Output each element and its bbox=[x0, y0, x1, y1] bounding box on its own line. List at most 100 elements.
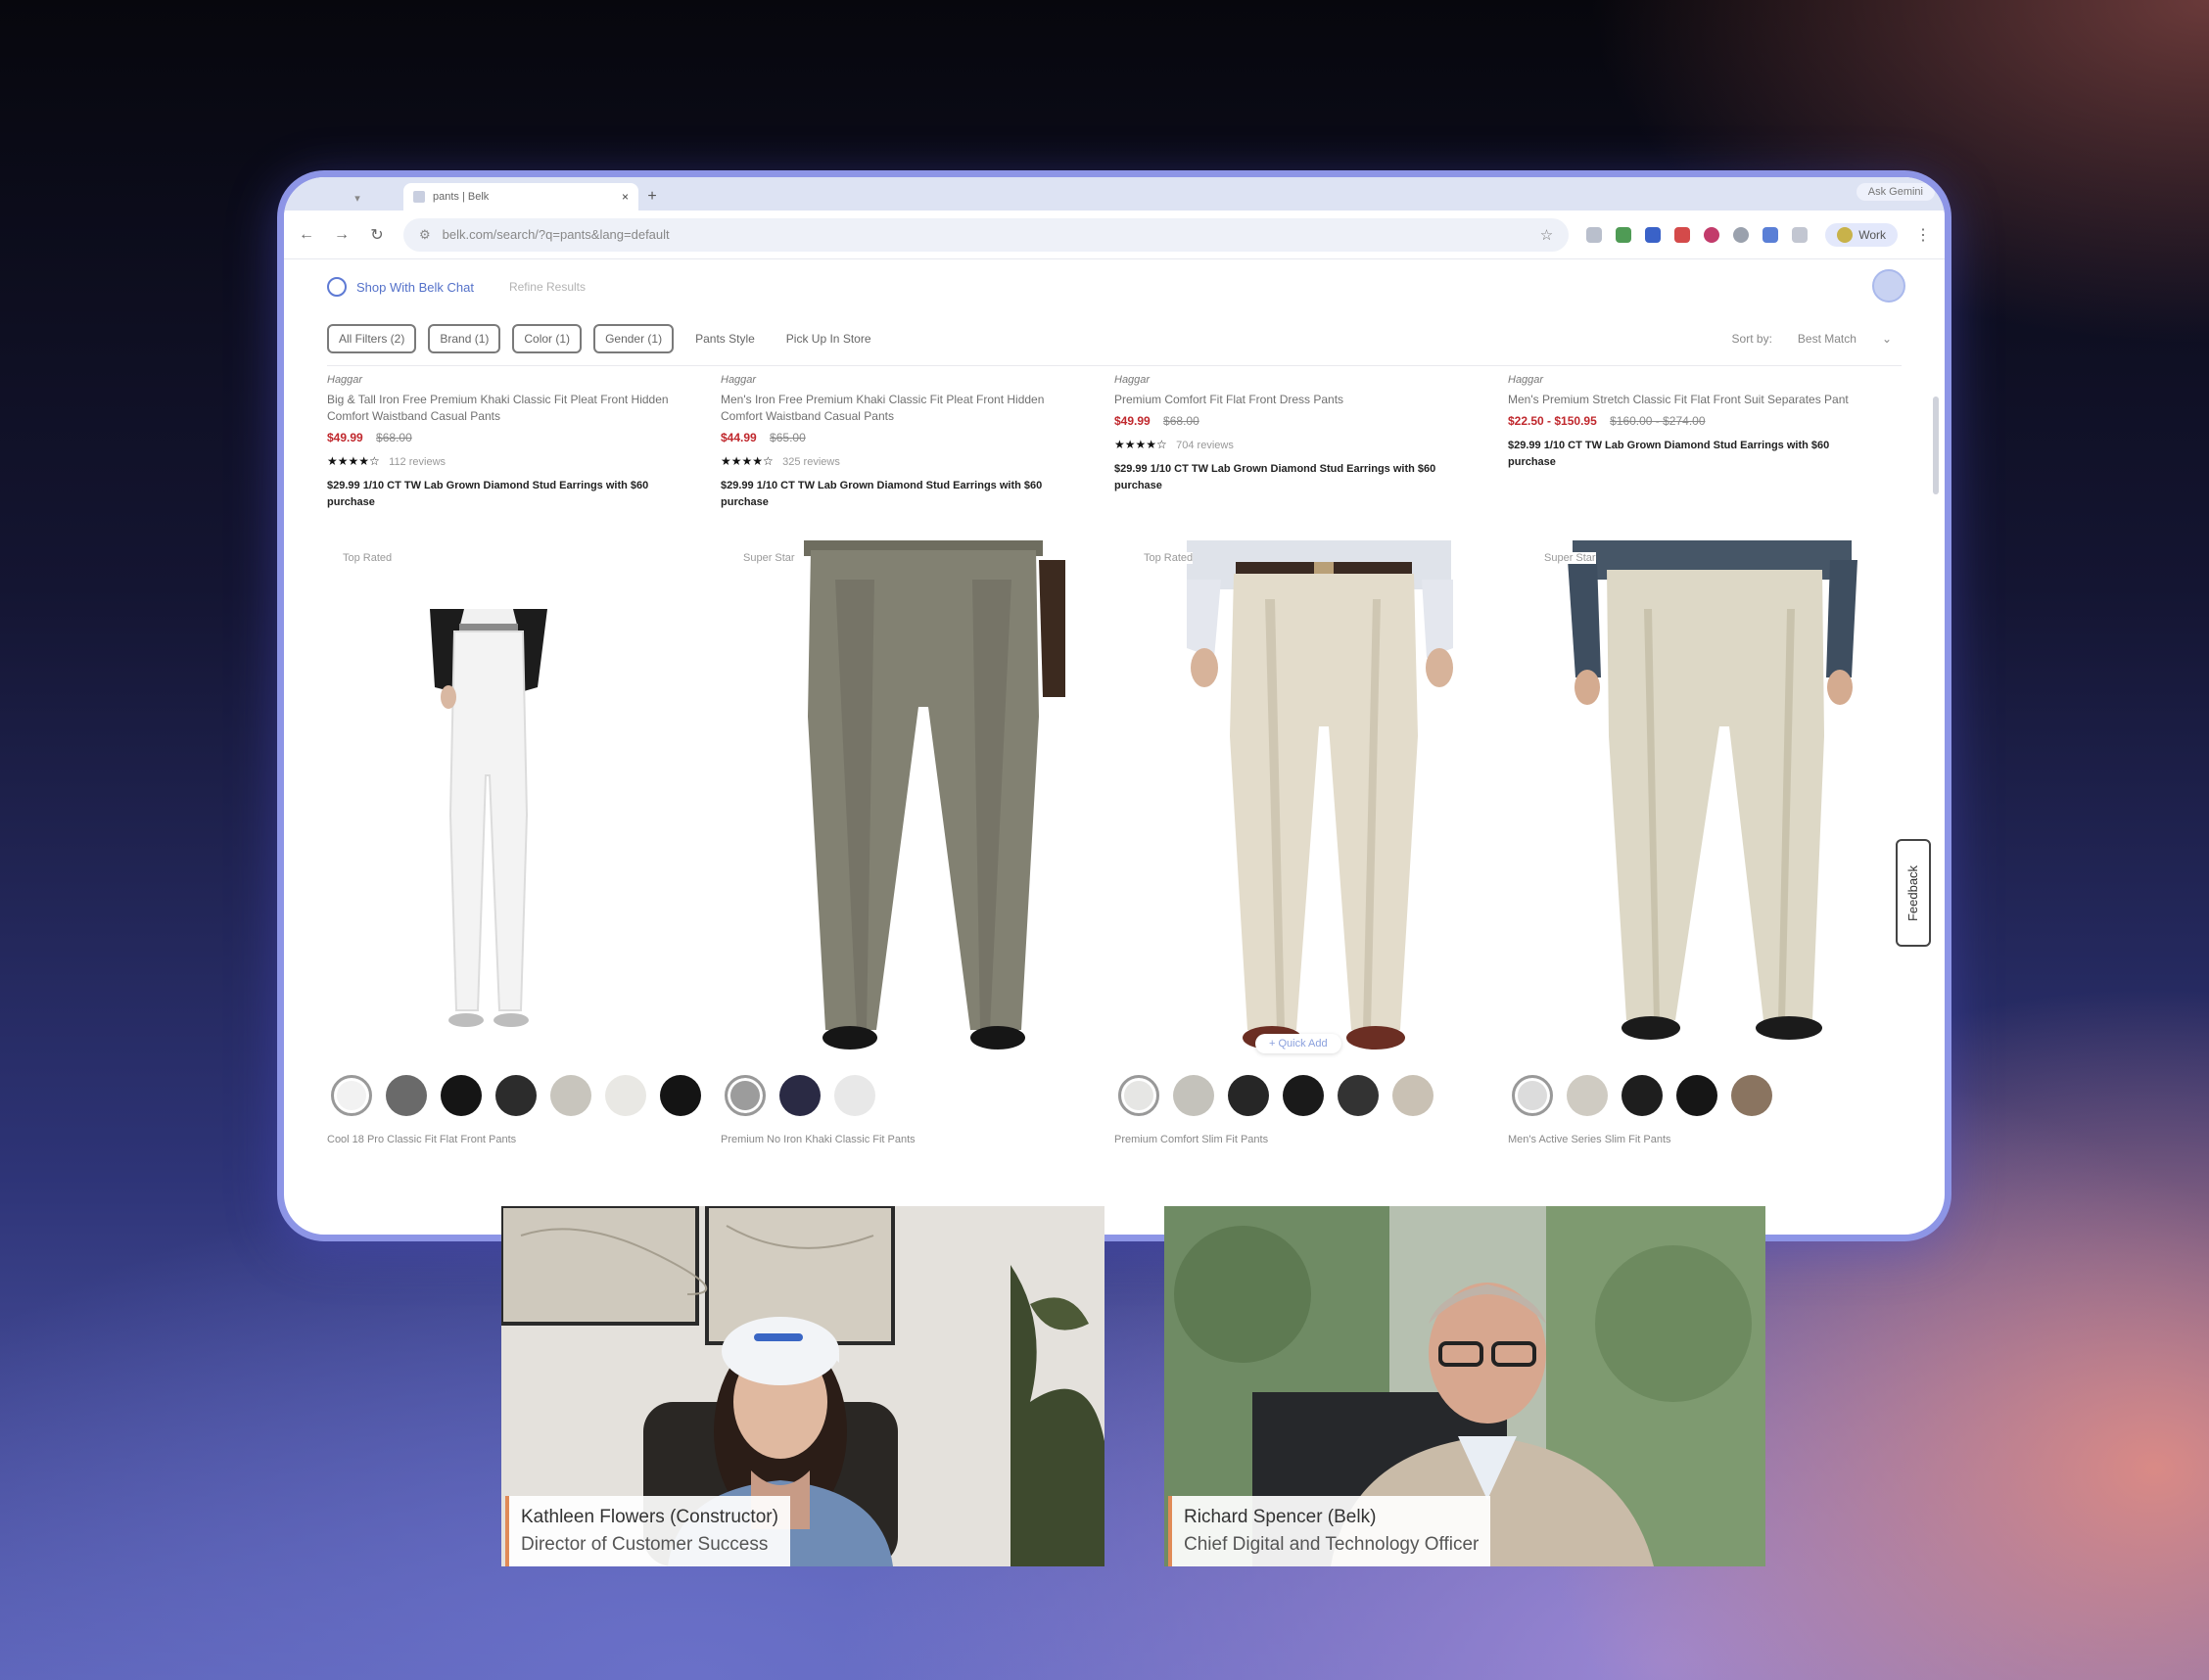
address-bar[interactable]: ⚙ belk.com/search/?q=pants&lang=default … bbox=[403, 217, 1570, 252]
extension-icon[interactable] bbox=[1674, 226, 1691, 243]
color-swatch[interactable] bbox=[605, 1075, 646, 1116]
refine-results-link[interactable]: Refine Results bbox=[509, 280, 586, 294]
color-swatch[interactable] bbox=[1622, 1075, 1663, 1116]
sale-price: $49.99 bbox=[1114, 414, 1151, 428]
color-swatch[interactable] bbox=[495, 1075, 537, 1116]
color-swatch[interactable] bbox=[725, 1075, 766, 1116]
next-product-name[interactable]: Premium No Iron Khaki Classic Fit Pants bbox=[721, 1134, 1114, 1145]
site-info-icon[interactable]: ⚙ bbox=[419, 227, 431, 243]
color-swatch[interactable] bbox=[1118, 1075, 1159, 1116]
extension-icon[interactable] bbox=[1616, 226, 1632, 243]
tab-active[interactable]: pants | Belk × bbox=[403, 183, 638, 210]
sort-control[interactable]: Sort by: Best Match ⌄ bbox=[1732, 332, 1931, 346]
color-swatch[interactable] bbox=[1283, 1075, 1324, 1116]
color-swatch[interactable] bbox=[779, 1075, 821, 1116]
product-name[interactable]: Men's Iron Free Premium Khaki Classic Fi… bbox=[721, 392, 1085, 425]
tab-close-icon[interactable]: × bbox=[622, 190, 629, 204]
extension-icon[interactable] bbox=[1586, 226, 1603, 243]
color-swatches bbox=[1114, 1075, 1508, 1116]
filter-pants-style[interactable]: Pants Style bbox=[685, 326, 765, 351]
bookmark-star-icon[interactable]: ☆ bbox=[1540, 226, 1553, 244]
rating-stars: ★★★★☆ bbox=[327, 454, 380, 468]
color-swatch[interactable] bbox=[660, 1075, 701, 1116]
product-image[interactable]: Top Rated + Quick Add bbox=[1128, 540, 1528, 1059]
color-swatch[interactable] bbox=[1512, 1075, 1553, 1116]
extensions-area bbox=[1586, 226, 1809, 243]
color-swatch[interactable] bbox=[550, 1075, 591, 1116]
color-swatch[interactable] bbox=[1173, 1075, 1214, 1116]
product-rating[interactable]: ★★★★☆ 112 reviews bbox=[327, 454, 691, 468]
product-image[interactable]: Super Star bbox=[728, 540, 1128, 1059]
product-promo: $29.99 1/10 CT TW Lab Grown Diamond Stud… bbox=[327, 480, 649, 508]
product-name[interactable]: Premium Comfort Fit Flat Front Dress Pan… bbox=[1114, 392, 1479, 408]
user-avatar[interactable] bbox=[1872, 269, 1905, 303]
product-price: $44.99 $65.00 bbox=[721, 431, 1085, 444]
original-price: $68.00 bbox=[1163, 414, 1199, 428]
ask-gemini-button[interactable]: Ask Gemini bbox=[1856, 183, 1935, 201]
product-name[interactable]: Men's Premium Stretch Classic Fit Flat F… bbox=[1508, 392, 1872, 408]
new-tab-button[interactable]: + bbox=[638, 183, 666, 210]
reload-icon[interactable]: ↻ bbox=[368, 225, 386, 245]
color-swatch[interactable] bbox=[1676, 1075, 1717, 1116]
filter-brand[interactable]: Brand (1) bbox=[428, 324, 501, 353]
browser-menu-icon[interactable]: ⋮ bbox=[1915, 225, 1931, 245]
quick-add-button[interactable]: + Quick Add bbox=[1255, 1034, 1341, 1053]
sale-price: $49.99 bbox=[327, 431, 363, 444]
profile-label: Work bbox=[1858, 227, 1886, 242]
participant-caption: Richard Spencer (Belk) Chief Digital and… bbox=[1168, 1496, 1491, 1566]
forward-icon[interactable]: → bbox=[333, 226, 351, 244]
next-product-name[interactable]: Men's Active Series Slim Fit Pants bbox=[1508, 1134, 1902, 1145]
filter-all[interactable]: All Filters (2) bbox=[327, 324, 417, 353]
rating-stars: ★★★★☆ bbox=[721, 454, 774, 468]
color-swatch[interactable] bbox=[331, 1075, 372, 1116]
tab-groups-button[interactable]: ▾ bbox=[323, 185, 392, 210]
next-product-name[interactable]: Cool 18 Pro Classic Fit Flat Front Pants bbox=[327, 1134, 721, 1145]
product-promo: $29.99 1/10 CT TW Lab Grown Diamond Stud… bbox=[1114, 463, 1436, 491]
page-scrollbar[interactable] bbox=[1933, 397, 1939, 494]
profile-button[interactable]: Work bbox=[1825, 222, 1898, 247]
filter-color[interactable]: Color (1) bbox=[512, 324, 583, 353]
filter-pick-up-in-store[interactable]: Pick Up In Store bbox=[776, 326, 881, 351]
product-info-row: Haggar Big & Tall Iron Free Premium Khak… bbox=[298, 366, 1931, 511]
color-swatch[interactable] bbox=[1228, 1075, 1269, 1116]
color-swatch[interactable] bbox=[1567, 1075, 1608, 1116]
product-info[interactable]: Haggar Men's Iron Free Premium Khaki Cla… bbox=[721, 374, 1114, 511]
product-image[interactable]: Top Rated bbox=[327, 540, 728, 1059]
extensions-puzzle-icon[interactable] bbox=[1792, 226, 1809, 243]
color-swatch[interactable] bbox=[386, 1075, 427, 1116]
color-swatch[interactable] bbox=[1392, 1075, 1434, 1116]
filter-gender[interactable]: Gender (1) bbox=[593, 324, 675, 353]
feedback-tab[interactable]: Feedback bbox=[1896, 839, 1931, 947]
extension-icon[interactable] bbox=[1762, 226, 1779, 243]
product-price: $49.99 $68.00 bbox=[327, 431, 691, 444]
participant-name: Kathleen Flowers (Constructor) bbox=[521, 1507, 778, 1527]
color-swatch[interactable] bbox=[1338, 1075, 1379, 1116]
review-count: 325 reviews bbox=[782, 456, 840, 468]
sale-price: $44.99 bbox=[721, 431, 757, 444]
shop-chat-link[interactable]: Shop With Belk Chat bbox=[327, 277, 474, 297]
original-price: $68.00 bbox=[376, 431, 412, 444]
product-badge: Top Rated bbox=[1144, 552, 1194, 564]
next-product-name[interactable]: Premium Comfort Slim Fit Pants bbox=[1114, 1134, 1508, 1145]
extension-icon[interactable] bbox=[1645, 226, 1662, 243]
color-swatch[interactable] bbox=[834, 1075, 875, 1116]
participant-role: Chief Digital and Technology Officer bbox=[1184, 1534, 1480, 1555]
olive-pants-image bbox=[804, 540, 1065, 1050]
extension-icon[interactable] bbox=[1733, 226, 1750, 243]
tab-title: pants | Belk bbox=[433, 191, 490, 203]
product-info[interactable]: Haggar Men's Premium Stretch Classic Fit… bbox=[1508, 374, 1902, 511]
extension-icon[interactable] bbox=[1704, 226, 1720, 243]
product-name[interactable]: Big & Tall Iron Free Premium Khaki Class… bbox=[327, 392, 691, 425]
product-info[interactable]: Haggar Big & Tall Iron Free Premium Khak… bbox=[327, 374, 721, 511]
product-rating[interactable]: ★★★★☆ 325 reviews bbox=[721, 454, 1085, 468]
shop-chat-label: Shop With Belk Chat bbox=[356, 279, 474, 295]
product-rating[interactable]: ★★★★☆ 704 reviews bbox=[1114, 438, 1479, 451]
color-swatch[interactable] bbox=[1731, 1075, 1772, 1116]
original-price: $160.00 - $274.00 bbox=[1610, 414, 1706, 428]
review-count: 704 reviews bbox=[1176, 440, 1234, 451]
color-swatch[interactable] bbox=[441, 1075, 482, 1116]
product-image[interactable]: Super Star bbox=[1528, 540, 1929, 1059]
shop-chat-row: Shop With Belk Chat Refine Results bbox=[298, 259, 1931, 314]
back-icon[interactable]: ← bbox=[298, 226, 315, 244]
product-info[interactable]: Haggar Premium Comfort Fit Flat Front Dr… bbox=[1114, 374, 1508, 511]
